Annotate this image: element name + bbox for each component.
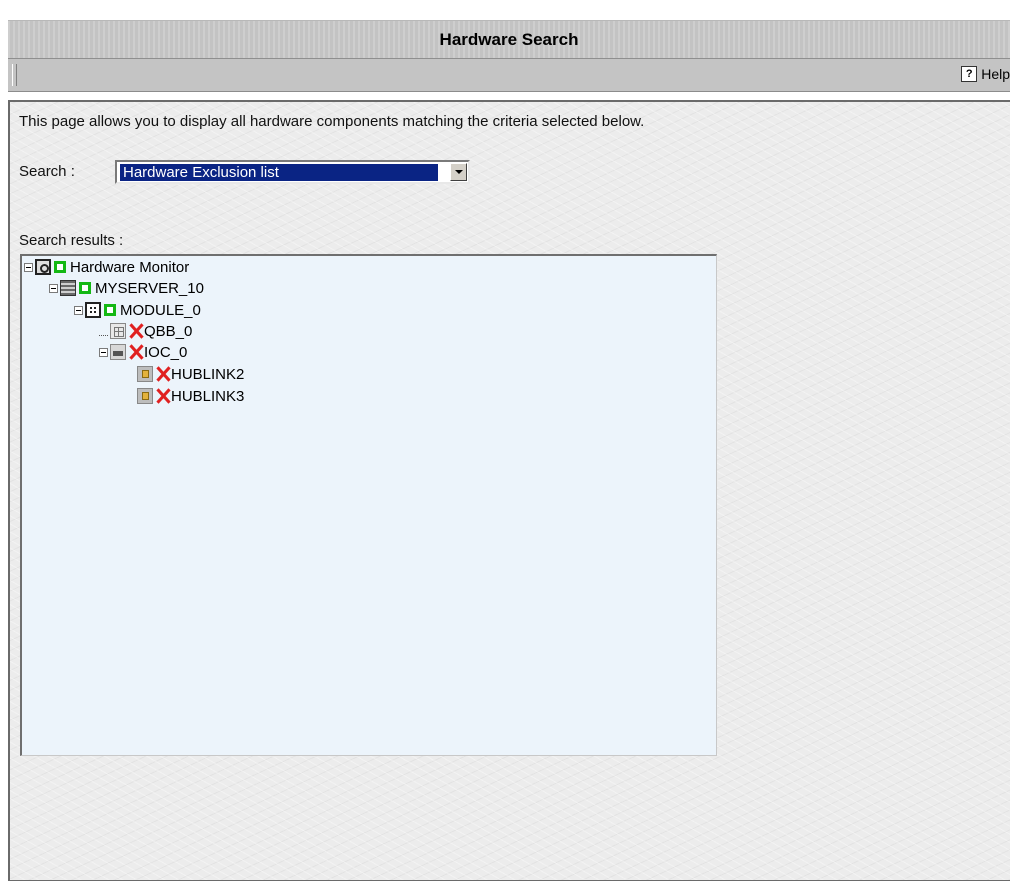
tree-node-module[interactable]: MODULE_0 (74, 300, 201, 320)
tree-node-hardware-monitor[interactable]: Hardware Monitor (24, 257, 189, 277)
tree-node-hublink2[interactable]: HUBLINK2 (137, 364, 244, 384)
tree-node-label[interactable]: MODULE_0 (120, 302, 201, 319)
toolbar: ? Help (8, 59, 1010, 92)
tree-node-qbb[interactable]: QBB_0 (99, 321, 192, 341)
server-icon (60, 280, 76, 296)
toolbar-grip (12, 64, 17, 86)
tree-node-myserver[interactable]: MYSERVER_10 (49, 278, 204, 298)
module-icon (85, 302, 101, 318)
status-ok-icon (54, 261, 66, 273)
collapse-toggle-icon[interactable] (74, 305, 83, 315)
collapse-toggle-icon[interactable] (99, 347, 108, 357)
search-select-value: Hardware Exclusion list (119, 163, 439, 182)
tree-node-label[interactable]: HUBLINK2 (171, 366, 244, 383)
hublink-icon (137, 388, 153, 404)
help-label: Help (981, 66, 1010, 82)
tree-node-ioc[interactable]: IOC_0 (99, 342, 187, 362)
tree-node-label[interactable]: Hardware Monitor (70, 259, 189, 276)
collapse-toggle-icon[interactable] (24, 262, 33, 272)
search-select[interactable]: Hardware Exclusion list (115, 160, 470, 184)
collapse-toggle-icon[interactable] (49, 283, 58, 293)
title-bar: Hardware Search (8, 20, 1010, 59)
qbb-icon (110, 323, 126, 339)
status-excluded-icon (156, 388, 170, 404)
page-title: Hardware Search (439, 29, 579, 49)
help-icon: ? (961, 66, 978, 82)
status-ok-icon (104, 304, 116, 316)
intro-text: This page allows you to display all hard… (19, 113, 645, 130)
dropdown-arrow-button[interactable] (450, 163, 467, 181)
hublink-icon (137, 366, 153, 382)
tree-connector (99, 327, 108, 336)
tree-node-label[interactable]: IOC_0 (144, 344, 187, 361)
status-excluded-icon (129, 344, 143, 360)
tree-node-label[interactable]: HUBLINK3 (171, 388, 244, 405)
tree-node-hublink3[interactable]: HUBLINK3 (137, 386, 244, 406)
ioc-icon (110, 344, 126, 360)
help-button[interactable]: ? Help (961, 66, 1010, 82)
status-ok-icon (79, 282, 91, 294)
monitor-icon (35, 259, 51, 275)
hardware-search-page: Hardware Search ? Help This page allows … (0, 0, 1010, 896)
chevron-down-icon (454, 170, 463, 174)
search-results-tree[interactable]: Hardware Monitor MYSERVER_10 MODULE_0 QB… (20, 254, 717, 756)
content-panel: This page allows you to display all hard… (8, 100, 1010, 881)
tree-node-label[interactable]: MYSERVER_10 (95, 280, 204, 297)
search-results-label: Search results : (19, 232, 124, 249)
status-excluded-icon (156, 366, 170, 382)
search-label: Search : (19, 163, 75, 180)
status-excluded-icon (129, 323, 143, 339)
tree-node-label[interactable]: QBB_0 (144, 323, 192, 340)
